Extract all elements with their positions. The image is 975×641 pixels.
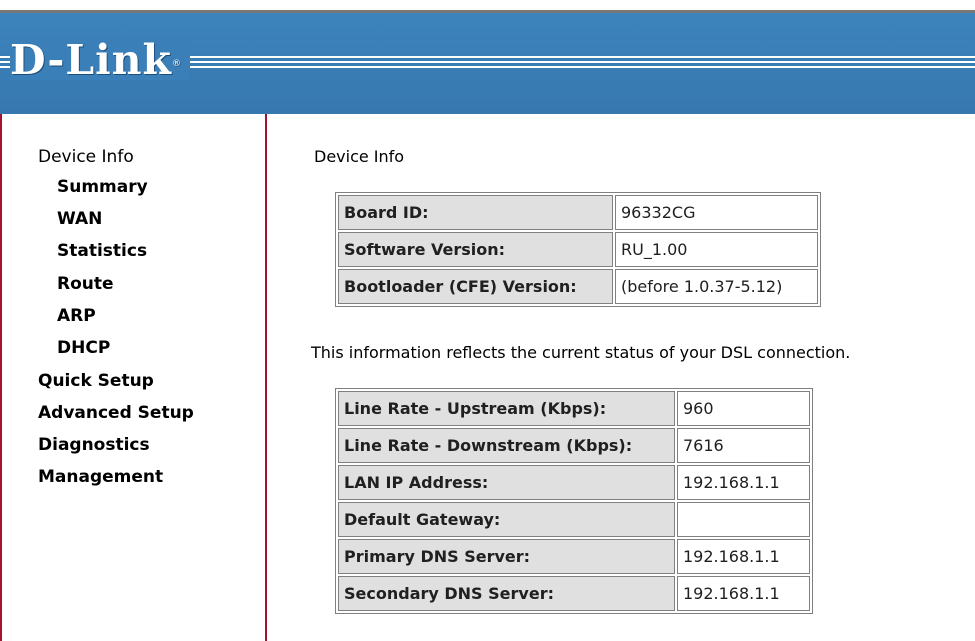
table-row: Primary DNS Server: 192.168.1.1 xyxy=(338,539,810,574)
sidebar-item-diagnostics[interactable]: Diagnostics xyxy=(38,435,150,455)
sidebar-item-route[interactable]: Route xyxy=(57,274,114,294)
table-label-cell: Bootloader (CFE) Version: xyxy=(338,269,613,304)
table-row: LAN IP Address: 192.168.1.1 xyxy=(338,465,810,500)
header-banner: D-Link® xyxy=(0,10,975,114)
table-value-cell: 192.168.1.1 xyxy=(677,465,810,500)
table-value-cell: 7616 xyxy=(677,428,810,463)
registered-mark: ® xyxy=(171,59,182,69)
table-value-cell: 960 xyxy=(677,391,810,426)
table-row: Default Gateway: xyxy=(338,502,810,537)
top-frame: D-Link® xyxy=(0,0,975,114)
table-label-cell: Board ID: xyxy=(338,195,613,230)
table-value-cell: 96332CG xyxy=(615,195,818,230)
sidebar-item-advanced-setup[interactable]: Advanced Setup xyxy=(38,403,194,423)
table-label-cell: LAN IP Address: xyxy=(338,465,675,500)
table-label-cell: Line Rate - Upstream (Kbps): xyxy=(338,391,675,426)
table-value-cell xyxy=(677,502,810,537)
device-info-table: Board ID: 96332CG Software Version: RU_1… xyxy=(335,192,821,307)
table-value-cell: 192.168.1.1 xyxy=(677,539,810,574)
table-value-cell: 192.168.1.1 xyxy=(677,576,810,611)
status-note: This information reflects the current st… xyxy=(311,343,851,362)
sidebar-item-quick-setup[interactable]: Quick Setup xyxy=(38,371,154,391)
sidebar-item-dhcp[interactable]: DHCP xyxy=(57,338,110,358)
main-content: Device Info Board ID: 96332CG Software V… xyxy=(267,114,975,641)
table-label-cell: Primary DNS Server: xyxy=(338,539,675,574)
logo-text: D-Link xyxy=(10,36,172,84)
table-label-cell: Default Gateway: xyxy=(338,502,675,537)
page-title: Device Info xyxy=(314,147,405,166)
sidebar-nav: Device Info Summary WAN Statistics Route… xyxy=(0,114,267,641)
sidebar-item-summary[interactable]: Summary xyxy=(57,177,148,197)
sidebar-item-management[interactable]: Management xyxy=(38,467,163,487)
table-row: Line Rate - Upstream (Kbps): 960 xyxy=(338,391,810,426)
table-row: Software Version: RU_1.00 xyxy=(338,232,818,267)
table-row: Line Rate - Downstream (Kbps): 7616 xyxy=(338,428,810,463)
header-top-rule xyxy=(0,10,975,13)
sidebar-item-arp[interactable]: ARP xyxy=(57,306,96,326)
table-label-cell: Line Rate - Downstream (Kbps): xyxy=(338,428,675,463)
table-value-cell: (before 1.0.37-5.12) xyxy=(615,269,818,304)
table-value-cell: RU_1.00 xyxy=(615,232,818,267)
table-label-cell: Software Version: xyxy=(338,232,613,267)
table-row: Secondary DNS Server: 192.168.1.1 xyxy=(338,576,810,611)
table-row: Bootloader (CFE) Version: (before 1.0.37… xyxy=(338,269,818,304)
dsl-status-table: Line Rate - Upstream (Kbps): 960 Line Ra… xyxy=(335,388,813,614)
dlink-logo[interactable]: D-Link® xyxy=(10,40,190,81)
table-label-cell: Secondary DNS Server: xyxy=(338,576,675,611)
sidebar-item-device-info[interactable]: Device Info xyxy=(38,147,134,167)
table-row: Board ID: 96332CG xyxy=(338,195,818,230)
sidebar-item-wan[interactable]: WAN xyxy=(57,209,102,229)
sidebar-item-statistics[interactable]: Statistics xyxy=(57,241,147,261)
